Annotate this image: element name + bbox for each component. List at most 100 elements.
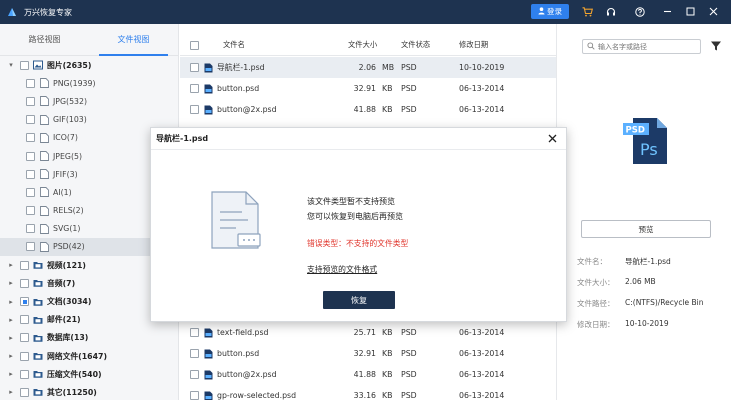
psd-icon — [204, 105, 213, 115]
tree-item[interactable]: PNG(1939) — [0, 74, 178, 92]
svg-text:Ps: Ps — [640, 140, 658, 159]
tree-checkbox[interactable] — [20, 260, 29, 270]
column-name[interactable]: 文件名 — [204, 40, 348, 50]
chevron-right-icon[interactable]: ▸ — [6, 298, 16, 306]
preview-panel: PSD Ps 预览 文件名： 导航栏-1.psd 文件大小： 2.06 MB 文件路径：… — [556, 24, 731, 400]
row-checkbox[interactable] — [190, 84, 199, 93]
search-box[interactable] — [582, 39, 701, 54]
select-all-checkbox[interactable] — [190, 41, 199, 50]
tab-path-view[interactable]: 路径视图 — [0, 24, 89, 55]
tree-item[interactable]: ▸ 网络文件(1647) — [0, 347, 178, 365]
psd-icon — [204, 63, 213, 73]
table-row[interactable]: button.psd 32.91 KB PSD 06-13-2014 — [180, 78, 556, 99]
table-row[interactable]: text-field.psd 25.71 KB PSD 06-13-2014 — [180, 322, 556, 343]
tree-checkbox[interactable] — [26, 78, 35, 88]
preview-button[interactable]: 预览 — [581, 220, 711, 238]
tree-item[interactable]: ▸ 其它(11250) — [0, 383, 178, 400]
tree-item-label: 音频(7) — [47, 278, 76, 288]
close-icon[interactable] — [706, 4, 721, 19]
minimize-icon[interactable] — [660, 4, 675, 19]
file-date: 06-13-2014 — [459, 370, 505, 379]
chevron-right-icon[interactable]: ▸ — [6, 316, 16, 324]
tree-checkbox[interactable] — [26, 224, 35, 234]
row-checkbox[interactable] — [190, 349, 199, 358]
column-modified[interactable]: 修改日期 — [459, 40, 529, 50]
file-size-unit: KB — [382, 84, 393, 93]
file-type-icon — [39, 78, 49, 89]
search-input[interactable] — [598, 42, 698, 51]
row-checkbox[interactable] — [190, 105, 199, 114]
chevron-right-icon[interactable]: ▸ — [6, 261, 16, 269]
filter-icon[interactable] — [710, 40, 722, 52]
file-type-icon — [39, 205, 49, 216]
help-icon[interactable] — [632, 4, 647, 19]
tree-checkbox[interactable] — [20, 60, 29, 70]
dialog-close-icon[interactable] — [547, 133, 558, 144]
headset-icon[interactable] — [603, 4, 618, 19]
row-checkbox[interactable] — [190, 370, 199, 379]
tree-checkbox[interactable] — [26, 242, 35, 252]
tree-checkbox[interactable] — [26, 169, 35, 179]
chevron-right-icon[interactable]: ▸ — [6, 370, 16, 378]
column-size[interactable]: 文件大小 — [348, 40, 401, 50]
file-size-unit: KB — [382, 105, 393, 114]
file-type-icon — [39, 187, 49, 198]
row-checkbox[interactable] — [190, 328, 199, 337]
recover-button[interactable]: 恢复 — [323, 291, 395, 309]
tree-checkbox[interactable] — [26, 96, 35, 106]
table-row[interactable]: gp-row-selected.psd 33.16 KB PSD 06-13-2014 — [180, 385, 556, 400]
chevron-right-icon[interactable]: ▸ — [6, 352, 16, 360]
tree-item[interactable]: ▾ 图片(2635) — [0, 56, 178, 74]
maximize-icon[interactable] — [683, 4, 698, 19]
column-status[interactable]: 文件状态 — [401, 40, 459, 50]
tree-checkbox[interactable] — [26, 187, 35, 197]
chevron-down-icon[interactable]: ▾ — [6, 61, 16, 69]
cart-icon[interactable] — [580, 4, 595, 19]
view-tabs: 路径视图 文件视图 — [0, 24, 178, 56]
tree-checkbox[interactable] — [26, 115, 35, 125]
row-checkbox[interactable] — [190, 63, 199, 72]
app-title: 万兴恢复专家 — [24, 7, 72, 17]
tree-checkbox[interactable] — [20, 351, 29, 361]
login-button[interactable]: 登录 — [531, 4, 569, 19]
file-type-icon — [39, 242, 49, 252]
file-size: 32.91 — [353, 349, 376, 358]
psd-icon — [204, 391, 213, 400]
info-value: C:(NTFS)/Recycle Bin — [625, 298, 704, 307]
file-name: button@2x.psd — [217, 370, 277, 379]
tree-checkbox[interactable] — [26, 133, 35, 143]
chevron-right-icon[interactable]: ▸ — [6, 279, 16, 287]
dialog-message-line1: 该文件类型暂不支持预览 — [307, 197, 395, 206]
chevron-right-icon[interactable]: ▸ — [6, 388, 16, 396]
chevron-right-icon[interactable]: ▸ — [6, 334, 16, 342]
tree-checkbox[interactable] — [26, 206, 35, 216]
psd-icon — [204, 349, 213, 359]
tree-checkbox[interactable] — [20, 315, 29, 325]
tree-item[interactable]: ▸ 数据库(13) — [0, 329, 178, 347]
tree-checkbox[interactable] — [20, 297, 29, 307]
supported-formats-link[interactable]: 支持预览的文件格式 — [307, 264, 377, 275]
tree-item-label: PNG(1939) — [53, 78, 96, 88]
row-checkbox[interactable] — [190, 391, 199, 400]
tab-file-view[interactable]: 文件视图 — [89, 24, 178, 56]
category-icon — [33, 333, 43, 343]
category-icon — [33, 369, 43, 379]
table-row[interactable]: 导航栏-1.psd 2.06 MB PSD 10-10-2019 — [180, 57, 556, 78]
table-row[interactable]: button@2x.psd 41.88 KB PSD 06-13-2014 — [180, 364, 556, 385]
tree-checkbox[interactable] — [20, 278, 29, 288]
svg-text:PSD: PSD — [626, 126, 645, 136]
table-row[interactable]: button@2x.psd 41.88 KB PSD 06-13-2014 — [180, 99, 556, 120]
tree-checkbox[interactable] — [20, 369, 29, 379]
file-size: 33.16 — [353, 391, 376, 400]
tree-item-label: GIF(103) — [53, 115, 87, 125]
table-row[interactable]: button.psd 32.91 KB PSD 06-13-2014 — [180, 343, 556, 364]
category-icon — [33, 60, 43, 70]
tree-item[interactable]: JPG(532) — [0, 92, 178, 110]
tree-checkbox[interactable] — [20, 387, 29, 397]
file-size-unit: KB — [382, 370, 393, 379]
tree-item-label: AI(1) — [53, 187, 72, 197]
tree-item[interactable]: ▸ 压缩文件(540) — [0, 365, 178, 383]
file-type-icon — [39, 114, 49, 125]
tree-checkbox[interactable] — [26, 151, 35, 161]
tree-checkbox[interactable] — [20, 333, 29, 343]
